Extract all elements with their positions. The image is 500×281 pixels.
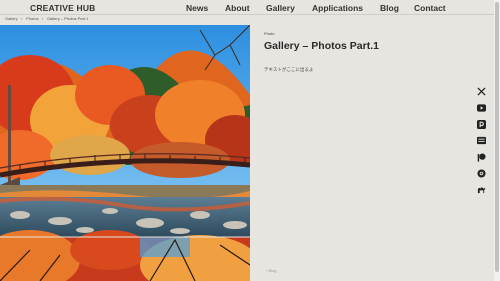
site-header: CREATIVE HUB News About Gallery Applicat… [0,0,500,14]
nav-item-about[interactable]: About [225,3,250,13]
youtube-icon[interactable] [476,103,486,113]
breadcrumb-item-current: Gallery – Photos Part.1 [47,16,89,21]
pixiv-icon[interactable] [476,119,486,129]
nav-item-gallery[interactable]: Gallery [266,3,295,13]
back-to-blog-link[interactable]: ‹ Blog [266,268,276,273]
post-tag[interactable]: Photo [264,31,464,36]
post-content: Photo Gallery – Photos Part.1 テキストがここに出る… [264,31,464,73]
camel-icon[interactable] [476,184,486,194]
header-divider [0,14,500,15]
breadcrumb-item-photos[interactable]: Photos [26,16,38,21]
scrollbar-thumb[interactable] [495,2,499,272]
nav-item-blog[interactable]: Blog [380,3,399,13]
photo-gallery [0,25,250,281]
breadcrumb-item-gallery[interactable]: Gallery [5,16,18,21]
site-logo[interactable]: CREATIVE HUB [30,3,96,13]
autumn-bridge-photo[interactable] [0,25,250,281]
nav-item-contact[interactable]: Contact [414,3,446,13]
nav-item-news[interactable]: News [186,3,208,13]
page-scrollbar[interactable] [494,0,500,281]
post-body: テキストがここに出るよ [264,67,314,72]
patreon-icon[interactable] [476,152,486,162]
x-icon[interactable] [476,86,486,96]
kofi-icon[interactable] [476,168,486,178]
nav-item-applications[interactable]: Applications [312,3,363,13]
breadcrumb: Gallery › Photos › Gallery – Photos Part.1 [5,16,89,21]
niconico-icon[interactable] [476,135,486,145]
page-title: Gallery – Photos Part.1 [264,40,379,52]
